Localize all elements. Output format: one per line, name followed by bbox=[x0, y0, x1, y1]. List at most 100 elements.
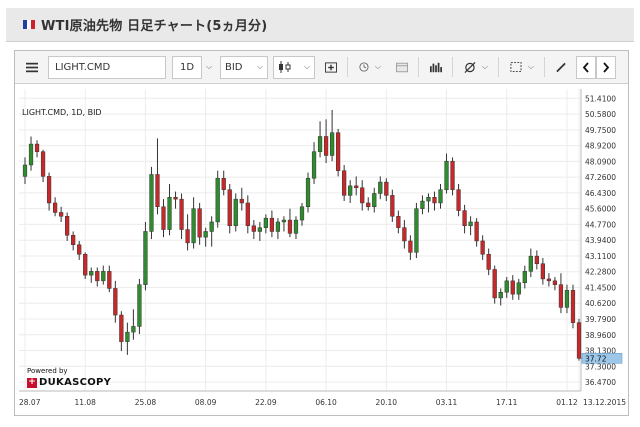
hamburger-icon[interactable] bbox=[21, 56, 43, 79]
candle-body bbox=[65, 216, 70, 236]
clock-icon[interactable]: ⌵ bbox=[354, 56, 386, 79]
x-tick-label: 06.10 bbox=[315, 398, 337, 407]
select-area-icon[interactable]: ⌵ bbox=[505, 56, 539, 79]
chart-area[interactable]: 51.4100 50.5800 49.7500 48.9200 48.0900 47.26… bbox=[15, 85, 628, 415]
candle-body bbox=[155, 174, 160, 208]
candle-body bbox=[299, 206, 305, 221]
candle-body bbox=[161, 206, 166, 230]
y-tick-label: 39.7900 bbox=[585, 315, 616, 324]
candle-body bbox=[125, 331, 130, 342]
candle-body bbox=[40, 151, 46, 177]
y-tick-label: 43.9400 bbox=[585, 236, 616, 245]
candle-body bbox=[546, 278, 552, 282]
candle-body bbox=[323, 136, 329, 156]
chevron-left-icon[interactable] bbox=[576, 55, 596, 79]
chart-widget: 1D ⌵ BID ⌵ ⌵ ⌵ ⌵ bbox=[14, 50, 629, 416]
candle-body bbox=[390, 195, 395, 217]
add-indicator-icon[interactable] bbox=[320, 56, 342, 79]
candle-body bbox=[77, 244, 82, 255]
x-tick-label: 17.11 bbox=[496, 398, 518, 407]
side-label: BID bbox=[225, 61, 243, 73]
period-select[interactable]: 1D bbox=[172, 55, 202, 79]
candle-body bbox=[336, 132, 341, 171]
volume-bars-icon[interactable] bbox=[425, 56, 447, 79]
flag-stripe bbox=[31, 20, 35, 29]
candle-body bbox=[119, 314, 124, 342]
candle-body bbox=[420, 200, 425, 209]
symbol-input[interactable] bbox=[48, 55, 166, 79]
period-chevron-down-icon[interactable]: ⌵ bbox=[203, 56, 215, 79]
x-tick-label: 01.12 bbox=[556, 398, 578, 407]
candle-body bbox=[52, 202, 58, 213]
x-tick-label: 08.09 bbox=[195, 398, 217, 407]
dukascopy-logo: + DUKASCOPY bbox=[27, 377, 111, 388]
candle-body bbox=[185, 229, 190, 244]
chevron-right-icon[interactable] bbox=[596, 55, 616, 79]
candle-body bbox=[378, 181, 383, 194]
title-bar: WTI原油先物 日足チャート(5ヵ月分) bbox=[6, 8, 634, 42]
candle-body bbox=[486, 253, 491, 270]
candle-body bbox=[534, 255, 539, 264]
candle-body bbox=[564, 290, 570, 308]
y-tick-label: 37.3000 bbox=[585, 362, 616, 371]
candle-body bbox=[275, 221, 281, 232]
candle-body bbox=[570, 290, 576, 323]
candle-body bbox=[239, 198, 244, 204]
calendar-icon[interactable] bbox=[391, 56, 413, 79]
candle-body bbox=[450, 160, 455, 190]
side-select[interactable]: BID ⌵ bbox=[220, 55, 268, 79]
candle-body bbox=[342, 170, 347, 196]
candle-body bbox=[317, 136, 323, 152]
logo-text: DUKASCOPY bbox=[39, 377, 112, 388]
candle-body bbox=[408, 240, 413, 253]
candlestick-icon[interactable]: ⌵ bbox=[273, 55, 315, 79]
candle-body bbox=[197, 208, 202, 238]
y-tick-label: 36.4700 bbox=[585, 378, 616, 387]
candle-body bbox=[528, 255, 533, 272]
candle-body bbox=[516, 282, 521, 295]
candle-body bbox=[263, 217, 268, 228]
candle-body bbox=[46, 176, 52, 204]
y-tick-label: 43.1100 bbox=[585, 252, 616, 261]
candle-body bbox=[438, 189, 443, 204]
candle-body bbox=[137, 284, 142, 327]
candle-body bbox=[366, 202, 371, 208]
candle-body bbox=[131, 326, 136, 333]
crosshair-chevron-down-icon: ⌵ bbox=[481, 62, 488, 71]
logo-cross-icon: + bbox=[27, 377, 37, 388]
candle-body bbox=[492, 269, 497, 299]
candle-body bbox=[173, 197, 178, 200]
toolbar-divider bbox=[452, 57, 453, 77]
candle-body bbox=[95, 271, 100, 282]
candle-body bbox=[396, 216, 401, 228]
candle-body bbox=[34, 143, 40, 152]
candle-body bbox=[414, 208, 419, 253]
candlestick-chart[interactable]: 51.4100 50.5800 49.7500 48.9200 48.0900 47.26… bbox=[15, 85, 628, 415]
candle-body bbox=[143, 231, 148, 285]
candle-body bbox=[576, 322, 582, 359]
candle-body bbox=[191, 208, 196, 244]
y-tick-label: 44.7700 bbox=[585, 220, 616, 229]
crosshair-icon[interactable]: ⌵ bbox=[459, 56, 493, 79]
y-tick-label: 51.4100 bbox=[585, 94, 616, 103]
chart-overlay-label: LIGHT.CMD, 1D, BID bbox=[22, 108, 102, 117]
candle-body bbox=[558, 284, 564, 308]
y-tick-label: 50.5800 bbox=[585, 110, 616, 119]
pen-icon[interactable] bbox=[551, 56, 571, 79]
candle-body bbox=[329, 132, 335, 156]
candle-body bbox=[227, 189, 232, 227]
candle-body bbox=[233, 198, 238, 227]
side-chevron-down-icon: ⌵ bbox=[256, 62, 263, 71]
candle-body bbox=[101, 271, 106, 282]
y-tick-label: 38.9600 bbox=[585, 331, 616, 340]
candle-body bbox=[251, 225, 256, 232]
toolbar-divider bbox=[347, 57, 348, 77]
candle-body bbox=[179, 198, 184, 230]
chart-toolbar: 1D ⌵ BID ⌵ ⌵ ⌵ ⌵ bbox=[15, 51, 628, 84]
chart-type-chevron-down-icon: ⌵ bbox=[303, 62, 310, 71]
candle-body bbox=[149, 174, 154, 232]
x-tick-label: 11.08 bbox=[74, 398, 96, 407]
candle-body bbox=[209, 221, 214, 232]
y-tick-label: 40.6200 bbox=[585, 299, 616, 308]
y-tick-label: 45.6000 bbox=[585, 205, 616, 214]
